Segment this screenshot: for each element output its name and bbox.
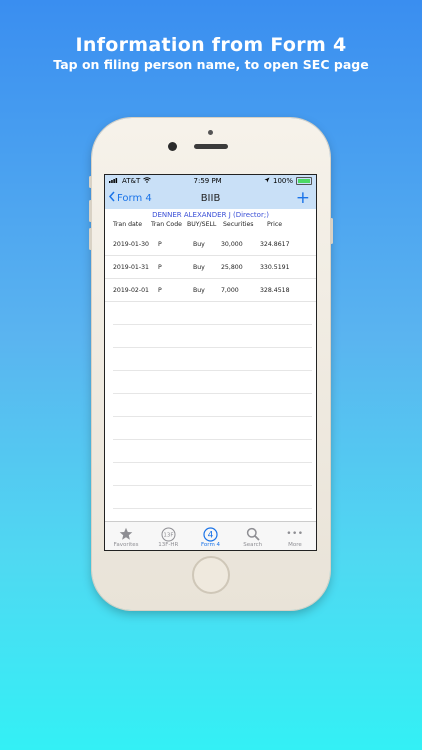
location-arrow-icon bbox=[264, 177, 270, 185]
app-screen: AT&T 7:59 PM 100% Form 4 BIIB + DENNER A… bbox=[104, 174, 317, 551]
empty-table-area bbox=[113, 302, 312, 509]
filing-person-link[interactable]: DENNER ALEXANDER J (Director;) bbox=[105, 209, 316, 220]
phone-frame: AT&T 7:59 PM 100% Form 4 BIIB + DENNER A… bbox=[89, 118, 333, 610]
tab-search[interactable]: Search bbox=[232, 522, 274, 550]
side-button-power bbox=[330, 218, 333, 244]
13f-badge-icon: 13F bbox=[161, 526, 176, 542]
cell-buy-sell: Buy bbox=[193, 286, 205, 294]
column-header-price: Price bbox=[267, 221, 283, 228]
promo-title: Information from Form 4 bbox=[75, 34, 347, 56]
back-button-label: Form 4 bbox=[117, 192, 152, 204]
tab-label: 13F-HR bbox=[158, 542, 179, 548]
table-row[interactable]: 2019-01-30 P Buy 30,000 324.8617 bbox=[105, 233, 316, 256]
cell-tran-code: P bbox=[158, 286, 162, 294]
tab-more[interactable]: ••• More bbox=[274, 522, 316, 550]
cell-buy-sell: Buy bbox=[193, 240, 205, 248]
column-header-tran-code: Tran Code bbox=[151, 221, 182, 228]
cell-securities: 25,800 bbox=[221, 263, 243, 271]
battery-icon bbox=[296, 177, 312, 185]
wifi-icon bbox=[143, 177, 152, 185]
cell-price: 330.5191 bbox=[260, 263, 290, 271]
add-button[interactable]: + bbox=[296, 188, 310, 208]
promo-subtitle: Tap on filing person name, to open SEC p… bbox=[53, 57, 369, 72]
battery-percent: 100% bbox=[272, 177, 293, 185]
table-row[interactable]: 2019-01-31 P Buy 25,800 330.5191 bbox=[105, 256, 316, 279]
front-camera bbox=[168, 142, 177, 151]
column-header-securities: Securities bbox=[223, 221, 254, 228]
cell-tran-code: P bbox=[158, 263, 162, 271]
cell-price: 328.4518 bbox=[260, 286, 290, 294]
column-header-buy-sell: BUY/SELL bbox=[187, 221, 217, 228]
page-title: BIIB bbox=[200, 192, 221, 204]
side-button-volume-up bbox=[89, 200, 92, 222]
status-bar: AT&T 7:59 PM 100% bbox=[105, 175, 316, 187]
table-header: Tran date Tran Code BUY/SELL Securities … bbox=[105, 220, 316, 229]
13f-badge-text: 13F bbox=[163, 532, 173, 538]
cell-buy-sell: Buy bbox=[193, 263, 205, 271]
cell-tran-code: P bbox=[158, 240, 162, 248]
cell-tran-date: 2019-02-01 bbox=[113, 286, 149, 294]
earpiece-speaker bbox=[194, 144, 228, 149]
transaction-table: 2019-01-30 P Buy 30,000 324.8617 2019-01… bbox=[105, 233, 316, 509]
back-button[interactable]: Form 4 bbox=[108, 191, 152, 205]
empty-row bbox=[113, 486, 312, 509]
side-button-volume-down bbox=[89, 228, 92, 250]
empty-row bbox=[113, 463, 312, 486]
form-4-badge-text: 4 bbox=[208, 530, 214, 540]
table-row[interactable]: 2019-02-01 P Buy 7,000 328.4518 bbox=[105, 279, 316, 302]
chevron-left-icon bbox=[108, 191, 115, 205]
carrier-label: AT&T bbox=[122, 177, 141, 185]
star-icon bbox=[119, 526, 133, 542]
circled-4-icon: 4 bbox=[203, 526, 218, 542]
tab-label: More bbox=[288, 542, 302, 548]
tab-form-4[interactable]: 4 Form 4 bbox=[189, 522, 231, 550]
tab-label: Search bbox=[243, 542, 263, 548]
home-button[interactable] bbox=[192, 556, 230, 594]
tab-favorites[interactable]: Favorites bbox=[105, 522, 147, 550]
tab-label: Favorites bbox=[113, 542, 139, 548]
more-dots-icon: ••• bbox=[286, 529, 304, 539]
empty-row bbox=[113, 394, 312, 417]
empty-row bbox=[113, 348, 312, 371]
cell-tran-date: 2019-01-31 bbox=[113, 263, 149, 271]
empty-row bbox=[113, 302, 312, 325]
cell-tran-date: 2019-01-30 bbox=[113, 240, 149, 248]
proximity-sensor bbox=[208, 130, 213, 135]
empty-row bbox=[113, 417, 312, 440]
side-button-mute bbox=[89, 176, 92, 188]
cell-securities: 30,000 bbox=[221, 240, 243, 248]
empty-row bbox=[113, 440, 312, 463]
status-time: 7:59 PM bbox=[193, 177, 222, 185]
empty-row bbox=[113, 325, 312, 348]
cell-securities: 7,000 bbox=[221, 286, 239, 294]
empty-row bbox=[113, 371, 312, 394]
tab-13f-hr[interactable]: 13F 13F-HR bbox=[147, 522, 189, 550]
column-header-tran-date: Tran date bbox=[113, 221, 143, 228]
cell-price: 324.8617 bbox=[260, 240, 290, 248]
search-icon bbox=[246, 526, 260, 542]
tab-bar: Favorites 13F 13F-HR 4 Form 4 Search •••… bbox=[105, 521, 316, 550]
navigation-bar: Form 4 BIIB + bbox=[105, 187, 316, 209]
tab-label: Form 4 bbox=[200, 542, 221, 548]
signal-icon bbox=[109, 177, 119, 185]
